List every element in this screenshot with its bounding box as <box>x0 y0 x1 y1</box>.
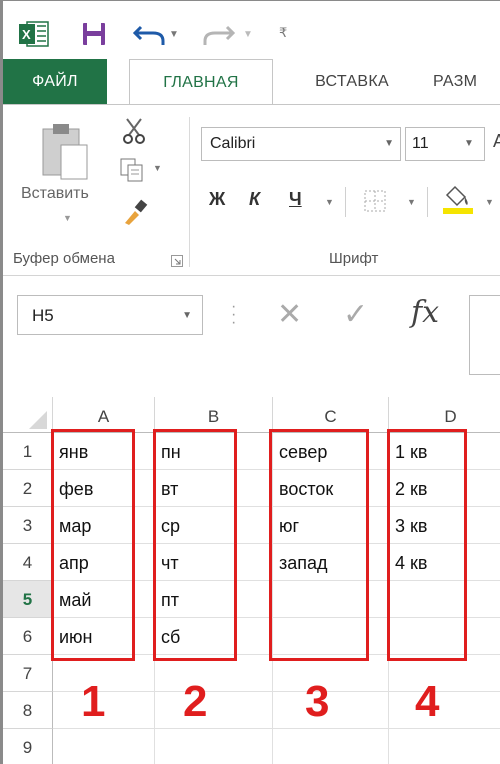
splitter-handle-icon[interactable]: · · · <box>231 299 236 331</box>
insert-function-icon[interactable]: fx <box>411 295 439 330</box>
grow-font-button[interactable]: A <box>493 131 500 152</box>
column-header-a[interactable]: A <box>53 397 155 433</box>
cell-c8[interactable] <box>273 692 389 729</box>
cut-icon[interactable] <box>121 117 147 145</box>
excel-app-icon[interactable]: X <box>19 21 49 47</box>
tab-page-layout[interactable]: РАЗМ <box>433 59 500 105</box>
cell-d9[interactable] <box>389 729 500 764</box>
column-header-d[interactable]: D <box>389 397 500 433</box>
italic-button[interactable]: К <box>249 189 260 210</box>
ribbon: Вставить ▼ ▼ Буфер обмена Calibri ▼ 11 ▼… <box>3 104 500 276</box>
column-header-c[interactable]: C <box>273 397 389 433</box>
format-painter-icon[interactable] <box>121 199 149 227</box>
borders-icon[interactable] <box>363 189 387 213</box>
annotation-number-1: 1 <box>81 677 106 726</box>
tab-file[interactable]: ФАЙЛ <box>3 59 107 105</box>
undo-icon[interactable] <box>133 19 167 47</box>
spreadsheet-grid: A B C D 1 2 3 4 5 6 7 8 9 янв фев мар ап… <box>3 397 500 764</box>
formula-buttons: ✕ ✓ fx <box>263 295 463 335</box>
paste-dropdown-icon[interactable]: ▼ <box>63 213 72 223</box>
row-header[interactable]: 7 <box>3 655 53 692</box>
annotation-box-3 <box>269 429 369 661</box>
svg-text:X: X <box>22 27 31 42</box>
cancel-icon[interactable]: ✕ <box>277 297 302 332</box>
chevron-down-icon[interactable]: ▼ <box>464 138 474 149</box>
cell-b8[interactable] <box>155 692 273 729</box>
font-size-select[interactable]: 11 ▼ <box>405 127 485 161</box>
cell-b9[interactable] <box>155 729 273 764</box>
clipboard-group-label: Буфер обмена <box>13 250 115 267</box>
font-name-select[interactable]: Calibri ▼ <box>201 127 401 161</box>
tab-insert[interactable]: ВСТАВКА <box>297 59 407 105</box>
cell-c9[interactable] <box>273 729 389 764</box>
name-box[interactable]: H5 ▼ <box>17 295 203 335</box>
row-header[interactable]: 1 <box>3 433 53 470</box>
paste-button-label[interactable]: Вставить <box>21 185 89 203</box>
toolbar-separator <box>427 187 428 217</box>
annotation-box-1 <box>51 429 135 661</box>
annotation-number-3: 3 <box>305 677 330 726</box>
column-header-b[interactable]: B <box>155 397 273 433</box>
row-header-active[interactable]: 5 <box>3 581 53 618</box>
row-header[interactable]: 8 <box>3 692 53 729</box>
copy-icon[interactable] <box>119 157 145 183</box>
customize-toolbar-icon[interactable]: ₹ <box>279 25 287 41</box>
group-divider <box>189 117 190 267</box>
annotation-box-2 <box>153 429 237 661</box>
borders-dropdown-icon[interactable]: ▼ <box>407 197 416 207</box>
redo-icon[interactable] <box>201 19 235 47</box>
underline-dropdown-icon[interactable]: ▼ <box>325 197 334 207</box>
enter-icon[interactable]: ✓ <box>343 297 368 332</box>
row-header[interactable]: 9 <box>3 729 53 764</box>
annotation-number-2: 2 <box>183 677 208 726</box>
name-box-value: H5 <box>32 306 54 325</box>
excel-window: X ▼ ▼ ₹ ФАЙЛ ГЛАВНАЯ ВСТАВКА РАЗМ Встави… <box>0 0 500 764</box>
redo-dropdown-icon[interactable]: ▼ <box>243 29 253 40</box>
row-header[interactable]: 6 <box>3 618 53 655</box>
ribbon-tabs: ФАЙЛ ГЛАВНАЯ ВСТАВКА РАЗМ <box>3 59 500 106</box>
cell-d8[interactable] <box>389 692 500 729</box>
font-size-value: 11 <box>412 135 429 152</box>
chevron-down-icon[interactable]: ▼ <box>182 310 192 321</box>
copy-dropdown-icon[interactable]: ▼ <box>153 163 162 173</box>
undo-dropdown-icon[interactable]: ▼ <box>169 29 179 40</box>
chevron-down-icon[interactable]: ▼ <box>384 138 394 149</box>
quick-access-toolbar: X ▼ ▼ ₹ <box>3 1 500 59</box>
dialog-launcher-icon[interactable] <box>171 255 183 267</box>
formula-input[interactable] <box>469 295 500 375</box>
annotation-box-4 <box>387 429 467 661</box>
font-group-label: Шрифт <box>329 250 379 267</box>
fill-color-dropdown-icon[interactable]: ▼ <box>485 197 494 207</box>
select-all-corner[interactable] <box>3 397 53 433</box>
cell-a9[interactable] <box>53 729 155 764</box>
font-name-value: Calibri <box>210 135 256 152</box>
toolbar-separator <box>345 187 346 217</box>
formula-bar: H5 ▼ · · · ✕ ✓ fx <box>3 277 500 397</box>
save-icon[interactable] <box>81 21 107 47</box>
row-header[interactable]: 2 <box>3 470 53 507</box>
tab-home[interactable]: ГЛАВНАЯ <box>129 59 273 106</box>
fill-color-icon[interactable] <box>441 185 475 215</box>
bold-button[interactable]: Ж <box>209 189 225 210</box>
row-header[interactable]: 4 <box>3 544 53 581</box>
underline-button[interactable]: Ч <box>289 189 302 210</box>
paste-icon[interactable] <box>39 121 91 181</box>
annotation-number-4: 4 <box>415 677 440 726</box>
row-header[interactable]: 3 <box>3 507 53 544</box>
